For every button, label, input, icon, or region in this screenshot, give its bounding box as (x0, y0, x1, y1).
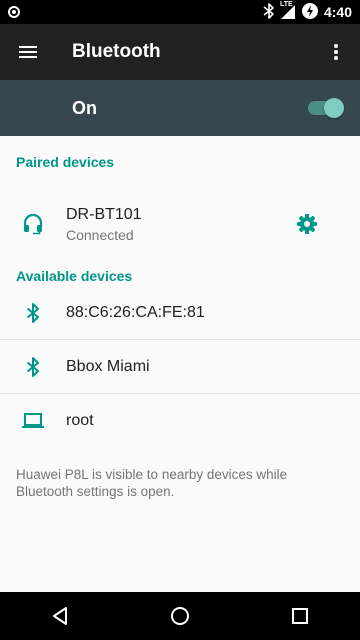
home-icon[interactable] (150, 592, 210, 640)
back-icon[interactable] (30, 592, 90, 640)
signal-icon: LTE (279, 1, 296, 20)
notification-dot-icon (8, 6, 20, 18)
list-item[interactable]: Bbox Miami (0, 340, 360, 394)
paired-device-row[interactable]: DR-BT101 Connected (0, 188, 360, 260)
headset-icon (0, 213, 66, 235)
more-vert-icon[interactable] (312, 24, 360, 80)
bluetooth-icon (0, 302, 66, 323)
battery-charging-icon (301, 2, 319, 23)
system-nav-bar (0, 592, 360, 640)
device-status: Connected (66, 226, 134, 243)
device-name: root (66, 412, 94, 429)
page-title: Bluetooth (72, 41, 161, 62)
visibility-note: Huawei P8L is visible to nearby devices … (16, 467, 288, 499)
device-name: 88:C6:26:CA:FE:81 (66, 303, 205, 321)
switch-label: On (72, 97, 97, 118)
paired-devices-header: Paired devices (16, 154, 115, 170)
device-name: Bbox Miami (66, 357, 150, 375)
network-type-label: LTE (279, 1, 293, 8)
bluetooth-status-icon (263, 2, 275, 22)
bluetooth-icon (0, 356, 66, 377)
toggle-thumb (324, 98, 344, 118)
list-item[interactable]: 88:C6:26:CA:FE:81 (0, 286, 360, 340)
bluetooth-toggle[interactable] (306, 98, 344, 118)
hamburger-menu-icon[interactable] (0, 24, 56, 80)
list-item[interactable]: root (0, 394, 360, 448)
available-devices-header: Available devices (16, 268, 133, 284)
bluetooth-master-switch-bar[interactable]: On (0, 80, 360, 136)
device-name: DR-BT101 (66, 205, 142, 223)
app-bar: Bluetooth (0, 24, 360, 80)
gear-icon[interactable] (280, 200, 334, 248)
status-time: 4:40 (323, 4, 352, 20)
recents-icon[interactable] (270, 592, 330, 640)
laptop-icon (0, 412, 66, 430)
status-bar: LTE 4:40 (0, 0, 360, 24)
